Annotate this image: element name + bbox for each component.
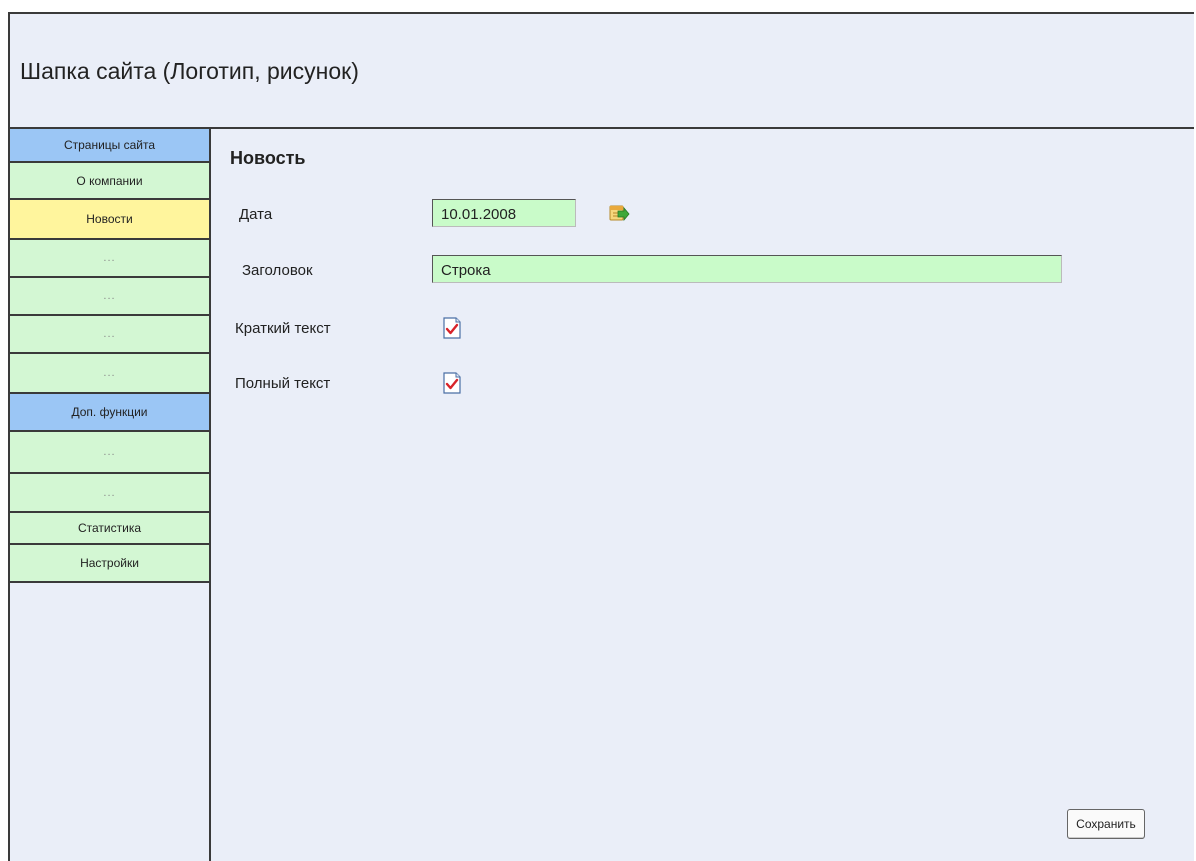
sidebar-item-settings[interactable]: Настройки (10, 545, 209, 583)
sidebar-section-extra-functions[interactable]: Доп. функции (10, 394, 209, 432)
sidebar-item-placeholder[interactable]: ... (10, 240, 209, 278)
sidebar-item-label: О компании (76, 173, 143, 188)
save-button[interactable]: Сохранить (1067, 809, 1145, 839)
sidebar-item-label: ... (103, 446, 116, 458)
edit-document-icon[interactable] (441, 316, 463, 339)
date-field[interactable] (432, 199, 576, 227)
edit-document-icon[interactable] (441, 371, 463, 394)
app-frame: Шапка сайта (Логотип, рисунок) Страницы … (8, 12, 1194, 861)
page-title: Новость (230, 148, 306, 168)
full-text-label: Полный текст (235, 375, 331, 392)
heading-label: Заголовок (242, 262, 313, 279)
date-label: Дата (239, 206, 273, 223)
sidebar-item-placeholder[interactable]: ... (10, 354, 209, 394)
sidebar-item-label: Новости (86, 212, 133, 226)
sidebar-item-placeholder[interactable]: ... (10, 278, 209, 316)
sidebar-item-label: ... (103, 486, 116, 499)
sidebar: Страницы сайта О компании Новости ... ..… (10, 129, 211, 861)
sidebar-item-label: ... (103, 367, 116, 379)
sidebar-item-label: ... (103, 252, 116, 264)
sidebar-item-placeholder[interactable]: ... (10, 474, 209, 513)
sidebar-item-label: Страницы сайта (63, 138, 156, 152)
site-header: Шапка сайта (Логотип, рисунок) (10, 14, 1194, 129)
heading-field[interactable] (432, 255, 1062, 283)
sidebar-item-label: Статистика (77, 521, 142, 535)
header-title: Шапка сайта (Логотип, рисунок) (20, 58, 359, 84)
sidebar-item-placeholder[interactable]: ... (10, 316, 209, 354)
news-edit-form: Новость Дата Заголовок Краткий текст Пол… (211, 129, 1194, 861)
sidebar-item-about[interactable]: О компании (10, 163, 209, 200)
sidebar-item-placeholder[interactable]: ... (10, 432, 209, 474)
calendar-go-icon[interactable] (608, 202, 630, 224)
sidebar-item-label: ... (103, 290, 116, 302)
sidebar-item-news[interactable]: Новости (10, 200, 209, 240)
sidebar-item-label: Доп. функции (71, 405, 148, 419)
sidebar-section-site-pages[interactable]: Страницы сайта (10, 129, 209, 163)
sidebar-item-label: Настройки (80, 556, 139, 570)
sidebar-item-statistics[interactable]: Статистика (10, 513, 209, 545)
short-text-label: Краткий текст (235, 320, 331, 337)
sidebar-item-label: ... (103, 328, 116, 340)
